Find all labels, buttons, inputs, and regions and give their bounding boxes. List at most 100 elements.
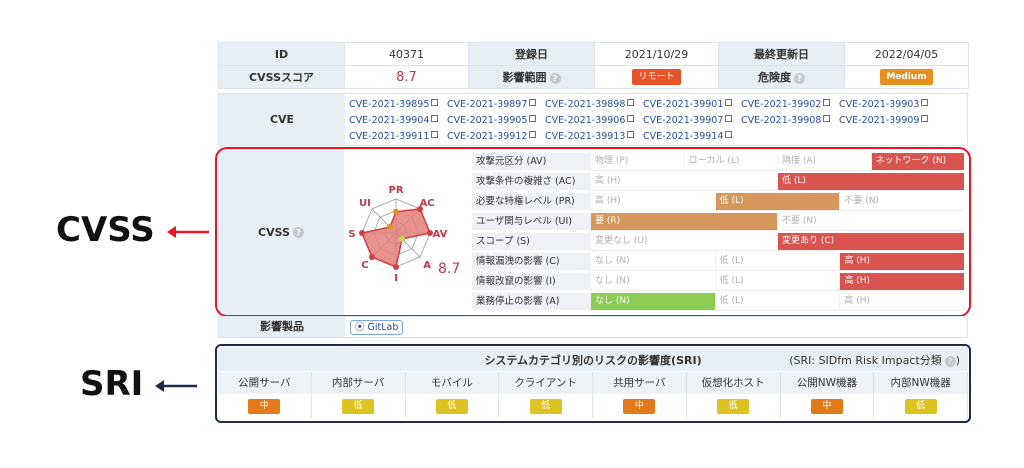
external-link-icon bbox=[725, 131, 733, 138]
cvss-option: 不要 (N) bbox=[777, 213, 964, 230]
arrow-left-icon bbox=[155, 379, 198, 392]
cve-id: CVE-2021-39914 bbox=[643, 131, 724, 142]
cvss-side-label: CVSS bbox=[56, 210, 211, 250]
risk-label-cell: 危険度? bbox=[718, 65, 845, 89]
cvss-option-selected: 低 (L) bbox=[714, 193, 840, 210]
registered-label: 登録日 bbox=[468, 42, 595, 66]
risk-badge: Medium bbox=[880, 69, 933, 85]
cve-link[interactable]: CVE-2021-39911 bbox=[349, 129, 447, 145]
sri-category-name: 内部NW機器 bbox=[874, 372, 967, 394]
scope-label: 影響範囲 bbox=[502, 71, 547, 84]
cve-link[interactable]: CVE-2021-39897 bbox=[447, 97, 545, 113]
sri-column: モバイル低 bbox=[405, 372, 500, 418]
sri-side-text: SRI bbox=[80, 364, 144, 404]
cvss-option: 変更なし (U) bbox=[590, 233, 777, 250]
sri-level-cell: 中 bbox=[781, 394, 874, 418]
external-link-icon bbox=[725, 99, 733, 106]
radar-axis-label: A bbox=[423, 260, 431, 271]
radar-axis-label: S bbox=[348, 229, 355, 240]
cve-link[interactable]: CVE-2021-39907 bbox=[643, 113, 741, 129]
sri-level-cell: 低 bbox=[499, 394, 592, 418]
cve-id: CVE-2021-39912 bbox=[447, 131, 528, 142]
remote-badge: リモート bbox=[632, 69, 681, 85]
cve-link[interactable]: CVE-2021-39904 bbox=[349, 113, 447, 129]
cve-link[interactable]: CVE-2021-39914 bbox=[643, 129, 741, 145]
cve-link[interactable]: CVE-2021-39901 bbox=[643, 97, 741, 113]
help-icon[interactable]: ? bbox=[794, 72, 805, 84]
sri-column: 仮想化ホスト低 bbox=[686, 372, 781, 418]
cve-link[interactable]: CVE-2021-39905 bbox=[447, 113, 545, 129]
cvss-metric-name: 攻撃条件の複雑さ (AC) bbox=[472, 173, 590, 191]
cve-link[interactable]: CVE-2021-39913 bbox=[545, 129, 643, 145]
cvss-label-cell: CVSS? bbox=[218, 149, 344, 315]
sri-level-cell: 中 bbox=[593, 394, 686, 418]
help-icon[interactable]: ? bbox=[549, 72, 561, 84]
cvss-metric-name: 情報改竄の影響 (I) bbox=[472, 273, 590, 291]
sri-level-badge: 低 bbox=[904, 399, 937, 414]
sri-level-badge: 低 bbox=[717, 399, 750, 414]
cve-link[interactable]: CVE-2021-39902 bbox=[741, 97, 839, 113]
cvss-metric-bar: 物理 (P) ローカル (L) 隣接 (A) ネットワーク (N) bbox=[590, 153, 964, 171]
sri-section: システムカテゴリ別のリスクの影響度(SRI) (SRI: SIDfm Risk … bbox=[218, 347, 968, 421]
cvss-metric-bar: 要 (R) 不要 (N) bbox=[590, 213, 964, 231]
sri-side-label: SRI bbox=[80, 364, 199, 404]
help-icon[interactable]: ? bbox=[944, 355, 956, 367]
id-label: ID bbox=[218, 42, 345, 66]
external-link-icon bbox=[529, 131, 537, 138]
cve-link[interactable]: CVE-2021-39903 bbox=[839, 97, 937, 113]
external-link-icon bbox=[921, 99, 929, 106]
sri-category-name: 仮想化ホスト bbox=[686, 372, 780, 394]
sri-level-badge: 低 bbox=[529, 399, 562, 414]
cve-id: CVE-2021-39902 bbox=[741, 99, 822, 110]
cve-link[interactable]: CVE-2021-39898 bbox=[545, 97, 643, 113]
updated-value: 2022/04/05 bbox=[844, 42, 969, 66]
radar-axis-label: AC bbox=[420, 198, 435, 209]
cve-label: CVE bbox=[219, 94, 345, 145]
sri-note: (SRI: SIDfm Risk Impact分類?) bbox=[789, 352, 960, 368]
cvss-option: 低 (L) bbox=[714, 253, 840, 270]
cve-link[interactable]: CVE-2021-39909 bbox=[839, 113, 937, 129]
sri-level-cell: 低 bbox=[874, 394, 967, 418]
radar-point bbox=[393, 208, 399, 215]
radar-axis-label: PR bbox=[388, 185, 403, 196]
external-link-icon bbox=[529, 99, 537, 106]
cvss-option-selected: 低 (L) bbox=[777, 173, 964, 190]
cve-id: CVE-2021-39897 bbox=[447, 99, 528, 110]
sri-level-badge: 中 bbox=[248, 399, 281, 414]
radar-point bbox=[393, 264, 399, 270]
cvss-option-selected: 変更あり (C) bbox=[777, 233, 964, 250]
cvss-score-label: CVSSスコア bbox=[218, 65, 345, 89]
cvss-option: なし (N) bbox=[590, 273, 715, 290]
sri-level-cell: 低 bbox=[312, 394, 405, 418]
cvss-option: 高 (H) bbox=[839, 293, 964, 310]
cvss-metric-bar: 高 (H) 低 (L) bbox=[590, 173, 964, 191]
cve-id: CVE-2021-39904 bbox=[349, 115, 430, 126]
cve-link[interactable]: CVE-2021-39895 bbox=[349, 97, 447, 113]
vuln-summary-table: ID 40371 登録日 2021/10/29 最終更新日 2022/04/05… bbox=[218, 42, 969, 89]
scope-value-cell: リモート bbox=[594, 65, 719, 89]
cve-link[interactable]: CVE-2021-39908 bbox=[741, 113, 839, 129]
external-link-icon bbox=[431, 131, 439, 138]
cvss-side-text: CVSS bbox=[56, 210, 155, 250]
product-section: 影響製品 ⦿ GitLab bbox=[218, 316, 968, 338]
cve-link[interactable]: CVE-2021-39906 bbox=[545, 113, 643, 129]
cvss-metric-name: 情報漏洩の影響 (C) bbox=[472, 253, 590, 271]
cvss-metric-bar: なし (N) 低 (L) 高 (H) bbox=[590, 293, 964, 311]
sri-level-cell: 中 bbox=[218, 394, 311, 418]
help-icon[interactable]: ? bbox=[292, 226, 304, 238]
sri-category-name: 内部サーバ bbox=[311, 372, 405, 394]
cve-list: CVE-2021-39895 CVE-2021-39897 CVE-2021-398… bbox=[349, 97, 965, 145]
cvss-metric-row: 情報改竄の影響 (I) なし (N) 低 (L) 高 (H) bbox=[472, 273, 964, 291]
sri-level-badge: 中 bbox=[623, 399, 656, 414]
cvss-metric-bar: なし (N) 低 (L) 高 (H) bbox=[590, 253, 964, 271]
radar-point bbox=[386, 223, 393, 230]
product-tag[interactable]: ⦿ GitLab bbox=[350, 320, 404, 335]
cve-link[interactable]: CVE-2021-39912 bbox=[447, 129, 545, 145]
sri-level-cell: 低 bbox=[406, 394, 499, 418]
radar-point bbox=[399, 236, 406, 243]
cvss-option: 物理 (P) bbox=[590, 153, 684, 170]
sri-note-close: ) bbox=[955, 354, 960, 367]
radar-axis-label: I bbox=[394, 273, 398, 284]
cvss-option-selected: 高 (H) bbox=[839, 253, 964, 270]
cvss-metric-name: 必要な特権レベル (PR) bbox=[472, 193, 590, 211]
